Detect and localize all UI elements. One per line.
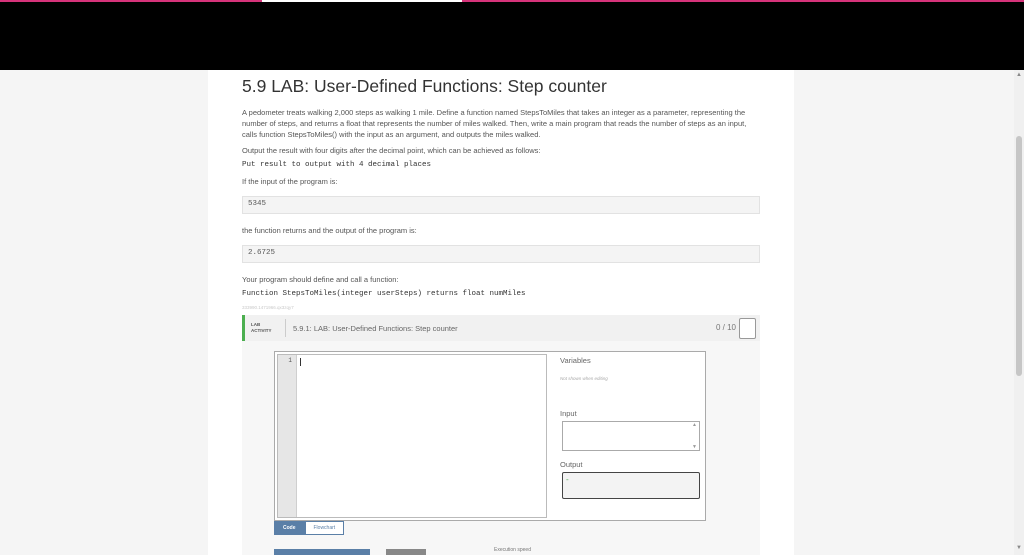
lab-activity-header: LAB ACTIVITY 5.9.1: LAB: User-Defined Fu… <box>242 315 760 341</box>
output-example-box: 2.6725 <box>242 245 760 263</box>
scroll-down-arrow-icon[interactable]: ▼ <box>1016 545 1022 551</box>
input-example-box: 5345 <box>242 196 760 214</box>
activity-id: 333990.1471966.qx3zqy7 <box>242 305 294 310</box>
variables-note: Not shown when editing <box>560 376 608 381</box>
text-cursor <box>300 358 301 366</box>
output-label: Output <box>560 460 583 469</box>
function-intro: Your program should define and call a fu… <box>242 275 399 284</box>
variables-label: Variables <box>560 356 591 365</box>
execution-speed-label: Execution speed <box>494 547 531 553</box>
description-paragraph: A pedometer treats walking 2,000 steps a… <box>242 108 747 139</box>
output-instruction: Output the result with four digits after… <box>242 146 541 155</box>
input-scroll-down-icon[interactable]: ▼ <box>692 444 697 450</box>
step-button[interactable] <box>386 549 426 555</box>
lab-activity-tag: LAB ACTIVITY <box>245 319 286 337</box>
io-panel: Variables Not shown when editing Input ▲… <box>560 352 703 499</box>
function-signature: Function StepsToMiles(integer userSteps)… <box>242 290 526 298</box>
line-number: 1 <box>288 357 292 364</box>
completion-badge-icon <box>739 318 756 339</box>
lab-score: 0 / 10 <box>715 323 736 332</box>
content-page: 5.9 LAB: User-Defined Functions: Step co… <box>208 70 794 555</box>
editor-mode-tabs: Code Flowchart <box>274 521 345 535</box>
input-label: Input <box>560 409 577 418</box>
top-bar-highlight <box>262 0 462 2</box>
page-scrollbar-thumb[interactable] <box>1016 136 1022 376</box>
run-button[interactable] <box>274 549 370 555</box>
lab-activity: LAB ACTIVITY 5.9.1: LAB: User-Defined Fu… <box>242 315 760 555</box>
scroll-up-arrow-icon[interactable]: ▲ <box>1016 72 1022 78</box>
input-scroll-up-icon[interactable]: ▲ <box>692 422 697 428</box>
output-field: - <box>562 472 700 499</box>
output-intro: the function returns and the output of t… <box>242 226 417 235</box>
lab-description: 5.9 LAB: User-Defined Functions: Step co… <box>242 70 760 320</box>
output-value: - <box>566 475 569 484</box>
input-field[interactable]: ▲ ▼ <box>562 421 700 451</box>
tab-flowchart[interactable]: Flowchart <box>304 521 345 535</box>
page-title: 5.9 LAB: User-Defined Functions: Step co… <box>242 76 607 96</box>
top-bar <box>0 0 1024 70</box>
code-environment: 1 Variables Not shown when editing Input… <box>274 351 706 521</box>
input-intro: If the input of the program is: <box>242 177 338 186</box>
code-editor[interactable]: 1 <box>277 354 547 518</box>
lab-tag-line2: ACTIVITY <box>251 328 272 333</box>
tab-code[interactable]: Code <box>274 521 305 535</box>
code-snippet-output: Put result to output with 4 decimal plac… <box>242 161 432 169</box>
lab-activity-title: 5.9.1: LAB: User-Defined Functions: Step… <box>293 323 458 333</box>
line-number-gutter: 1 <box>278 355 297 517</box>
